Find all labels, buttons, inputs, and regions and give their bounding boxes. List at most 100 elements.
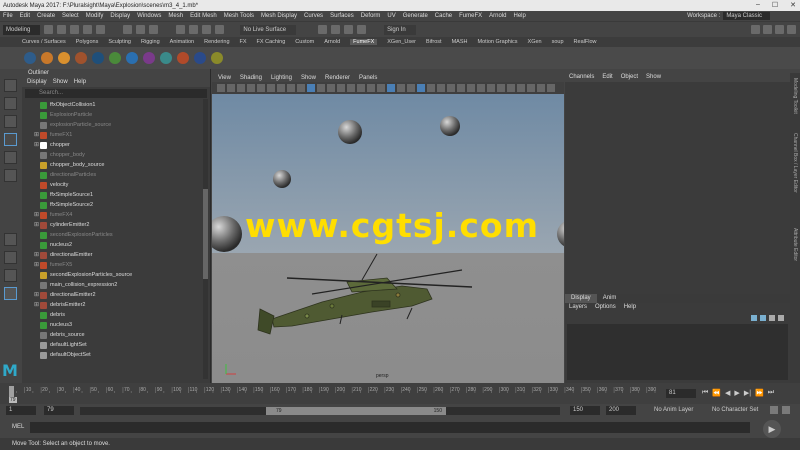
viewport-tool-icon[interactable] xyxy=(547,84,555,92)
layer-move-down-icon[interactable] xyxy=(760,315,766,321)
viewport-tool-icon[interactable] xyxy=(297,84,305,92)
viewport-tool-icon[interactable] xyxy=(517,84,525,92)
snap-grid-icon[interactable] xyxy=(176,25,186,34)
viewport-tool-icon[interactable] xyxy=(247,84,255,92)
menu-help[interactable]: Help xyxy=(514,13,526,19)
menu-mesh-display[interactable]: Mesh Display xyxy=(261,13,297,19)
menu-curves[interactable]: Curves xyxy=(304,13,323,19)
lasso-tool-icon[interactable] xyxy=(4,97,17,110)
viewport-tool-icon[interactable] xyxy=(227,84,235,92)
menu-generate[interactable]: Generate xyxy=(403,13,428,19)
menu-create[interactable]: Create xyxy=(37,13,55,19)
viewport-tool-icon[interactable] xyxy=(417,84,425,92)
shelf-tool-icon[interactable] xyxy=(92,52,104,64)
viewport-tool-icon[interactable] xyxy=(277,84,285,92)
outliner-item[interactable]: velocity xyxy=(22,180,210,190)
snap-surface-icon[interactable] xyxy=(215,25,225,34)
go-to-start-icon[interactable]: ⏮ xyxy=(702,389,708,397)
viewport-tool-icon[interactable] xyxy=(487,84,495,92)
render-icon[interactable] xyxy=(318,25,328,34)
channel-box-menu-show[interactable]: Show xyxy=(646,73,661,82)
outliner-item[interactable]: defaultObjectSet xyxy=(22,350,210,360)
outliner-menu-help[interactable]: Help xyxy=(74,78,86,87)
outliner-menu-show[interactable]: Show xyxy=(53,78,68,87)
viewport-menu-shading[interactable]: Shading xyxy=(240,75,262,81)
viewport-tool-icon[interactable] xyxy=(537,84,545,92)
select-tool-icon[interactable] xyxy=(4,79,17,92)
menu-deform[interactable]: Deform xyxy=(361,13,381,19)
minimize-icon[interactable]: – xyxy=(756,1,760,9)
outliner-item[interactable]: nucleus3 xyxy=(22,320,210,330)
step-forward-key-icon[interactable]: ⏩ xyxy=(755,389,764,397)
viewport-3d[interactable]: www.cgtsj.com persp xyxy=(212,94,564,383)
sign-in-button[interactable]: Sign In xyxy=(384,24,416,35)
viewport-tool-icon[interactable] xyxy=(307,84,315,92)
select-component-icon[interactable] xyxy=(149,25,159,34)
outliner-item[interactable]: ⊞ chopper xyxy=(22,140,210,150)
shelf-tab-fx[interactable]: FX xyxy=(240,39,247,45)
live-surface-field[interactable]: No Live Surface xyxy=(240,24,297,35)
outliner-menu-display[interactable]: Display xyxy=(27,78,47,87)
viewport-tool-icon[interactable] xyxy=(507,84,515,92)
outliner-item[interactable]: debris_source xyxy=(22,330,210,340)
maximize-icon[interactable]: ☐ xyxy=(772,1,778,9)
close-icon[interactable]: ✕ xyxy=(790,1,796,9)
hypershade-icon[interactable] xyxy=(357,25,367,34)
outliner-layout-icon[interactable] xyxy=(4,287,17,300)
shelf-tool-icon[interactable] xyxy=(24,52,36,64)
viewport-menu-show[interactable]: Show xyxy=(301,75,316,81)
outliner-item[interactable]: ⊞ fumeFX4 xyxy=(22,210,210,220)
shelf-tab-fumefx[interactable]: FumeFX xyxy=(350,39,378,45)
expand-icon[interactable]: ⊞ xyxy=(34,300,39,310)
shelf-tool-icon[interactable] xyxy=(126,52,138,64)
command-input[interactable] xyxy=(30,422,750,433)
shelf-tab-sculpting[interactable]: Sculpting xyxy=(108,39,131,45)
scale-tool-icon[interactable] xyxy=(4,169,17,182)
shelf-tab-fx-caching[interactable]: FX Caching xyxy=(257,39,286,45)
viewport-tool-icon[interactable] xyxy=(367,84,375,92)
anim-layer-dropdown[interactable]: No Anim Layer xyxy=(654,406,693,415)
menu-cache[interactable]: Cache xyxy=(435,13,452,19)
attribute-editor-icon[interactable] xyxy=(763,25,772,34)
expand-icon[interactable]: ⊞ xyxy=(34,130,39,140)
menu-file[interactable]: File xyxy=(3,13,13,19)
menu-mesh[interactable]: Mesh xyxy=(168,13,183,19)
two-view-layout-icon[interactable] xyxy=(4,269,17,282)
undo-icon[interactable] xyxy=(83,25,93,34)
playback-end-field[interactable]: 150 xyxy=(570,406,600,415)
layer-menu-help[interactable]: Help xyxy=(624,303,636,312)
menu-modify[interactable]: Modify xyxy=(86,13,104,19)
shelf-tab-realflow[interactable]: RealFlow xyxy=(574,39,597,45)
tool-settings-icon[interactable] xyxy=(775,25,784,34)
settings-icon[interactable] xyxy=(782,406,790,414)
rotate-tool-icon[interactable] xyxy=(4,151,17,164)
viewport-tool-icon[interactable] xyxy=(457,84,465,92)
shelf-tool-icon[interactable] xyxy=(41,52,53,64)
outliner-item[interactable]: main_collision_expression2 xyxy=(22,280,210,290)
workspace-selector[interactable]: Workspace : Maya Classic xyxy=(687,11,770,21)
step-back-key-icon[interactable]: ⏪ xyxy=(712,389,721,397)
viewport-tool-icon[interactable] xyxy=(327,84,335,92)
viewport-tool-icon[interactable] xyxy=(407,84,415,92)
render-settings-icon[interactable] xyxy=(344,25,354,34)
shelf-tool-icon[interactable] xyxy=(109,52,121,64)
shelf-tab-curves-surfaces[interactable]: Curves / Surfaces xyxy=(22,39,66,45)
menu-uv[interactable]: UV xyxy=(387,13,395,19)
menu-edit-mesh[interactable]: Edit Mesh xyxy=(190,13,217,19)
viewport-tool-icon[interactable] xyxy=(267,84,275,92)
shelf-tab-animation[interactable]: Animation xyxy=(170,39,194,45)
viewport-tool-icon[interactable] xyxy=(397,84,405,92)
shelf-tab-bifrost[interactable]: Bifrost xyxy=(426,39,442,45)
start-time-field[interactable]: 1 xyxy=(6,406,36,415)
side-tab-channel-box[interactable]: Channel Box / Layer Editor xyxy=(792,133,798,193)
workspace-dropdown[interactable]: Maya Classic xyxy=(723,12,770,20)
expand-icon[interactable]: ⊞ xyxy=(34,210,39,220)
shelf-tab-polygons[interactable]: Polygons xyxy=(76,39,99,45)
outliner-scrollbar[interactable] xyxy=(203,99,208,379)
menu-edit[interactable]: Edit xyxy=(20,13,30,19)
play-video-icon[interactable]: ▶ xyxy=(763,420,781,438)
outliner-item[interactable]: chopper_body xyxy=(22,150,210,160)
outliner-item[interactable]: ExplosionParticle xyxy=(22,110,210,120)
single-view-layout-icon[interactable] xyxy=(4,233,17,246)
viewport-tool-icon[interactable] xyxy=(217,84,225,92)
